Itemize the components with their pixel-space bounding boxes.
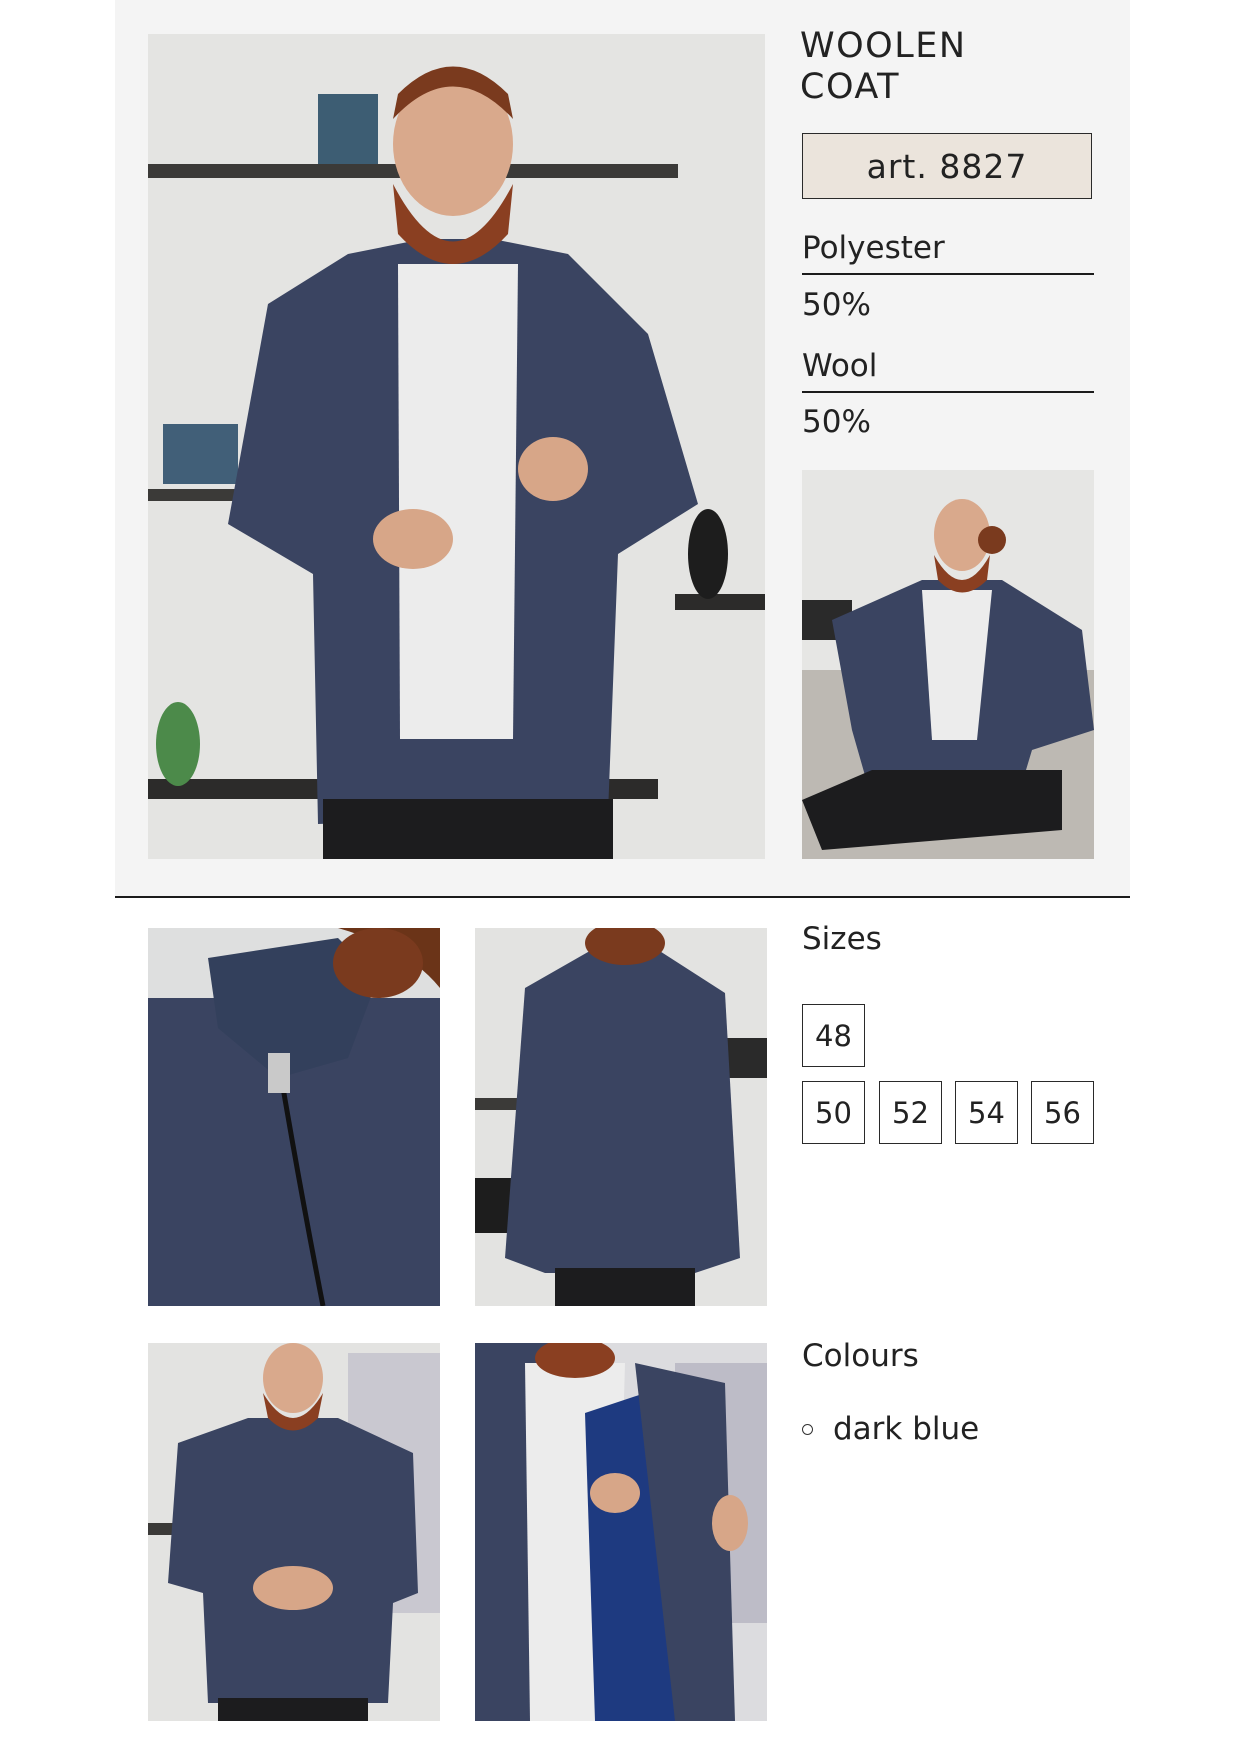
size-option-54[interactable]: 54	[955, 1081, 1018, 1144]
front-hands-clasped-photo[interactable]	[148, 1343, 440, 1721]
article-number: art. 8827	[866, 146, 1028, 186]
product-title-line-2: COAT	[800, 67, 900, 107]
section-divider	[115, 896, 1130, 898]
size-option-50[interactable]: 50	[802, 1081, 865, 1144]
collar-detail-photo[interactable]	[148, 928, 440, 1306]
colour-label: dark blue	[833, 1411, 980, 1447]
back-view-photo[interactable]	[475, 928, 767, 1306]
radio-circle-icon[interactable]	[802, 1423, 813, 1435]
sizes-heading: Sizes	[802, 921, 882, 957]
material-percent-polyester: 50%	[802, 287, 871, 323]
lining-photo[interactable]	[475, 1343, 767, 1721]
size-option-52[interactable]: 52	[879, 1081, 942, 1144]
colour-option-dark-blue[interactable]: dark blue	[802, 1411, 979, 1447]
product-title: WOOLEN COAT	[800, 26, 1100, 108]
material-percent-wool: 50%	[802, 404, 871, 440]
main-front-photo[interactable]	[148, 34, 765, 859]
size-option-56[interactable]: 56	[1031, 1081, 1094, 1144]
article-number-box: art. 8827	[802, 133, 1092, 199]
material-name-wool: Wool	[802, 344, 1094, 393]
product-title-line-1: WOOLEN	[800, 26, 967, 66]
size-option-48[interactable]: 48	[802, 1004, 865, 1067]
material-name-polyester: Polyester	[802, 226, 1094, 275]
colours-heading: Colours	[802, 1338, 919, 1374]
seated-photo[interactable]	[802, 470, 1094, 859]
